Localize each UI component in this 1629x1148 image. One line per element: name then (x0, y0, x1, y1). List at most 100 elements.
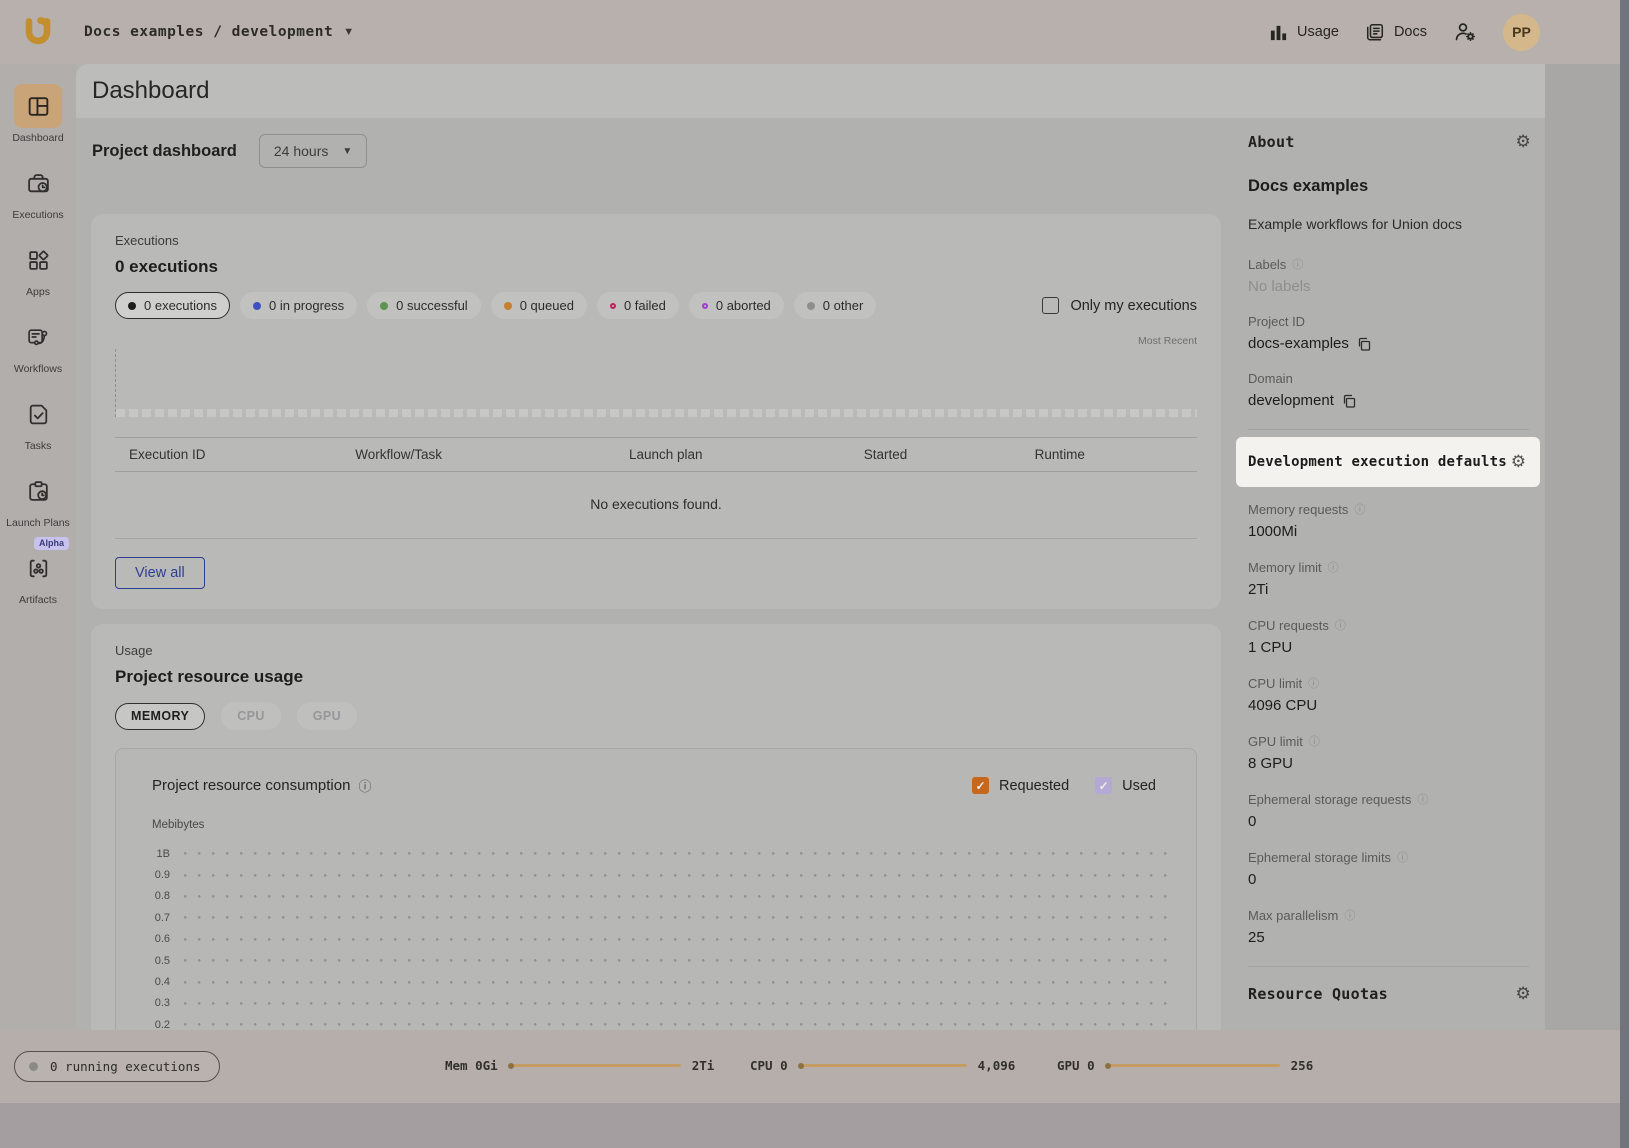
info-icon[interactable]: ⓘ (1417, 791, 1428, 807)
sidebar-item-tasks[interactable]: Tasks (2, 392, 74, 452)
execution-defaults-highlight: Development execution defaults ⚙ (1236, 437, 1540, 487)
gpu-gauge-label: GPU 0 (1057, 1058, 1095, 1073)
left-sidebar: Dashboard Executions Apps Workflows (0, 64, 76, 1030)
info-icon[interactable]: ⓘ (1308, 675, 1319, 691)
filter-chip-aborted[interactable]: 0 aborted (689, 292, 784, 319)
gpu-gauge-max: 256 (1291, 1058, 1314, 1073)
sidebar-item-apps[interactable]: Apps (2, 238, 74, 298)
gpu-limit-value: 8 GPU (1248, 755, 1545, 772)
gear-icon[interactable]: ⚙ (1515, 132, 1531, 152)
status-dot-icon (253, 302, 261, 310)
filter-chip-executions[interactable]: 0 executions (115, 292, 230, 319)
sidebar-item-artifacts[interactable]: Alpha Artifacts (2, 546, 74, 606)
info-icon[interactable]: ⓘ (1292, 256, 1303, 272)
bar-chart-icon (1269, 23, 1288, 42)
top-bar: Docs examples / development ▼ Usage Docs (0, 0, 1629, 64)
chevron-down-icon: ▼ (342, 146, 352, 157)
section-title: Project dashboard (92, 142, 237, 161)
filter-chip-queued[interactable]: 0 queued (491, 292, 587, 319)
status-bar: 0 running executions Mem 0Gi 2Ti CPU 0 4… (0, 1030, 1629, 1103)
union-logo-icon[interactable] (20, 14, 56, 50)
max-parallelism-value: 25 (1248, 929, 1545, 946)
sidebar-item-launch-plans[interactable]: Launch Plans (2, 469, 74, 529)
breadcrumb-caret-icon[interactable]: ▼ (343, 26, 354, 38)
execution-defaults-heading: Development execution defaults (1248, 454, 1507, 470)
filter-chip-successful[interactable]: 0 successful (367, 292, 481, 319)
status-ring-icon (610, 303, 616, 309)
view-all-button[interactable]: View all (115, 557, 205, 589)
status-dot-icon (807, 302, 815, 310)
avatar[interactable]: PP (1503, 14, 1540, 51)
tab-gpu[interactable]: GPU (297, 702, 357, 730)
info-icon[interactable]: ⓘ (1354, 501, 1365, 517)
usage-card: Usage Project resource usage MEMORY CPU … (91, 624, 1221, 1030)
docs-nav-label: Docs (1394, 24, 1427, 40)
filter-chip-failed[interactable]: 0 failed (597, 292, 679, 319)
copy-icon[interactable] (1357, 337, 1371, 351)
checkbox-checked-used[interactable]: ✓ (1095, 777, 1112, 794)
gauge-line (1106, 1064, 1280, 1067)
running-executions-label: 0 running executions (50, 1059, 201, 1074)
domain-label: Domain (1248, 371, 1293, 386)
info-icon[interactable]: ⓘ (1335, 617, 1346, 633)
about-sidebar: About ⚙ Docs examples Example workflows … (1232, 118, 1545, 1030)
sidebar-label: Executions (12, 209, 63, 221)
executions-icon (26, 171, 51, 196)
project-name: Docs examples (1248, 177, 1545, 196)
breadcrumb[interactable]: Docs examples / development (84, 24, 333, 40)
status-dot-icon (128, 302, 136, 310)
col-workflow-task: Workflow/Task (355, 447, 629, 462)
sidebar-item-workflows[interactable]: Workflows (2, 315, 74, 375)
project-id-value: docs-examples (1248, 335, 1349, 352)
info-icon[interactable]: ⓘ (1344, 907, 1355, 923)
chart-title: Project resource consumption (152, 777, 350, 794)
labels-value: No labels (1248, 278, 1545, 295)
cpu-gauge: CPU 0 4,096 (750, 1058, 1015, 1073)
col-runtime: Runtime (1035, 447, 1197, 462)
status-ring-icon (702, 303, 708, 309)
legend-requested-toggle[interactable]: ✓ Requested (972, 777, 1069, 794)
scrollbar[interactable] (1620, 0, 1629, 1148)
gear-icon[interactable]: ⚙ (1511, 452, 1526, 472)
info-icon[interactable]: ⓘ (1397, 849, 1408, 865)
docs-nav[interactable]: Docs (1365, 22, 1427, 42)
tab-memory[interactable]: MEMORY (115, 703, 205, 730)
apps-icon (26, 248, 51, 273)
filter-chip-other[interactable]: 0 other (794, 292, 876, 319)
info-icon[interactable]: ⓘ (1309, 733, 1320, 749)
y-axis-unit: Mebibytes (152, 819, 1196, 831)
launch-plans-icon (26, 479, 51, 504)
filter-chip-in-progress[interactable]: 0 in progress (240, 292, 357, 319)
info-icon[interactable]: ⓘ (1328, 559, 1339, 575)
checkbox-unchecked[interactable] (1042, 297, 1059, 314)
tab-cpu[interactable]: CPU (221, 702, 281, 730)
usage-nav[interactable]: Usage (1269, 23, 1339, 42)
memory-limit-value: 2Ti (1248, 581, 1545, 598)
cpu-limit-value: 4096 CPU (1248, 697, 1545, 714)
time-range-select[interactable]: 24 hours ▼ (259, 134, 367, 168)
memory-requests-value: 1000Mi (1248, 523, 1545, 540)
alpha-badge: Alpha (34, 537, 69, 550)
consumption-chart-panel: Project resource consumption ⓘ ✓ Request… (115, 748, 1197, 1030)
gauge-line (799, 1064, 967, 1067)
executions-count-heading: 0 executions (91, 248, 1221, 277)
usage-nav-label: Usage (1297, 24, 1339, 40)
sidebar-label: Tasks (25, 440, 52, 452)
user-settings-icon[interactable] (1453, 21, 1477, 43)
status-dot-icon (504, 302, 512, 310)
usage-heading: Project resource usage (91, 658, 1221, 687)
sidebar-item-dashboard[interactable]: Dashboard (2, 84, 74, 144)
empty-message: No executions found. (115, 472, 1197, 539)
gear-icon[interactable]: ⚙ (1515, 984, 1531, 1004)
col-started: Started (864, 447, 1035, 462)
execution-defaults-fields: Memory requestsⓘ 1000Mi Memory limitⓘ 2T… (1232, 487, 1545, 946)
cpu-gauge-max: 4,096 (978, 1058, 1016, 1073)
sidebar-item-executions[interactable]: Executions (2, 161, 74, 221)
cpu-gauge-label: CPU 0 (750, 1058, 788, 1073)
copy-icon[interactable] (1342, 394, 1356, 408)
only-my-executions-toggle[interactable]: Only my executions (1042, 297, 1197, 314)
checkbox-checked-requested[interactable]: ✓ (972, 777, 989, 794)
info-icon[interactable]: ⓘ (358, 776, 371, 795)
legend-used-toggle[interactable]: ✓ Used (1095, 777, 1156, 794)
running-executions-pill[interactable]: 0 running executions (14, 1051, 220, 1082)
